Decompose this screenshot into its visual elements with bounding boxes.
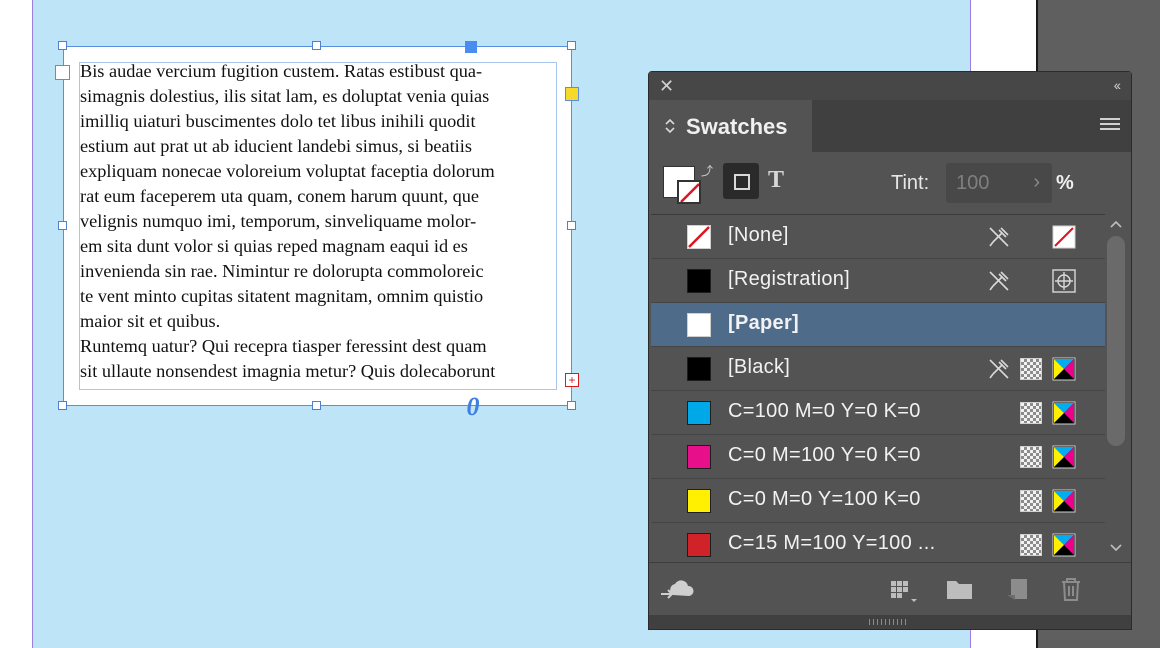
swatch-list-scrollbar[interactable] bbox=[1105, 214, 1129, 562]
text-line: Bis audae vercium fugition custem. Ratas… bbox=[80, 61, 483, 81]
swatches-panel: ✕ ‹‹ Swatches ⤴ T Tint: 100 › % [None] [R… bbox=[648, 71, 1132, 630]
swap-fill-stroke-icon[interactable]: ⤴ bbox=[701, 162, 713, 179]
cmyk-mode-icon bbox=[1052, 445, 1076, 469]
swatch-name: [None] bbox=[728, 224, 789, 246]
panel-titlebar[interactable]: ✕ ‹‹ bbox=[649, 72, 1131, 100]
text-in-port[interactable] bbox=[55, 65, 70, 80]
tab-label: Swatches bbox=[686, 114, 788, 139]
new-swatch-icon[interactable] bbox=[1003, 575, 1031, 603]
handle-top-left[interactable] bbox=[58, 41, 67, 50]
frame-type-indicator-icon: 0 bbox=[466, 392, 480, 421]
scroll-down-icon[interactable] bbox=[1109, 540, 1123, 556]
swatch-color-chip bbox=[687, 313, 711, 337]
swatch-name: [Registration] bbox=[728, 268, 851, 290]
text-line: sit ullaute nonsendest imagnia metur? Qu… bbox=[80, 361, 496, 381]
stroke-swatch-box[interactable] bbox=[677, 180, 701, 204]
process-color-icon bbox=[1020, 490, 1042, 512]
text-line: imilliq uiaturi buscimentes dolo tet lib… bbox=[80, 111, 476, 131]
swatch-row[interactable]: C=0 M=0 Y=100 K=0 bbox=[651, 479, 1105, 523]
text-line: expliquam nonecae voloreium voluptat fac… bbox=[80, 161, 495, 181]
swatch-color-chip bbox=[687, 401, 711, 425]
swatch-color-chip bbox=[687, 225, 711, 249]
swatch-name: [Paper] bbox=[728, 312, 800, 334]
container-square-icon bbox=[734, 174, 750, 190]
handle-top-mid[interactable] bbox=[312, 41, 321, 50]
text-line: te vent minto cupitas sitatent magnitam,… bbox=[80, 286, 484, 306]
no-edit-pencil-icon bbox=[987, 357, 1011, 381]
swatch-name: [Black] bbox=[728, 356, 791, 378]
tint-input[interactable]: 100 › bbox=[946, 163, 1052, 203]
overset-text-out-port[interactable]: + bbox=[565, 373, 579, 387]
handle-top-right[interactable] bbox=[567, 41, 576, 50]
swatch-color-chip bbox=[687, 445, 711, 469]
scroll-thumb[interactable] bbox=[1107, 236, 1125, 446]
panel-tab-bar: Swatches bbox=[649, 100, 1131, 152]
handle-bottom-right[interactable] bbox=[567, 401, 576, 410]
text-line: velignis numquo imi, temporum, sinveliqu… bbox=[80, 211, 477, 231]
delete-swatch-icon[interactable] bbox=[1057, 575, 1085, 603]
swatch-row[interactable]: [Black] bbox=[651, 347, 1105, 391]
none-color-icon bbox=[1052, 225, 1076, 249]
process-color-icon bbox=[1020, 534, 1042, 556]
formatting-affects-container-button[interactable] bbox=[723, 163, 759, 199]
cloud-library-icon[interactable] bbox=[659, 575, 694, 603]
formatting-affects-text-button[interactable]: T bbox=[768, 167, 784, 194]
tint-slider-arrow-icon[interactable]: › bbox=[1033, 171, 1040, 194]
swatch-name: C=15 M=100 Y=100 ... bbox=[728, 532, 936, 554]
text-line: em sita dunt volor si quias reped magnam… bbox=[80, 236, 468, 256]
no-edit-pencil-icon bbox=[987, 269, 1011, 293]
swatch-color-chip bbox=[687, 357, 711, 381]
swatch-row[interactable]: [Paper] bbox=[651, 303, 1105, 347]
registration-icon bbox=[1052, 269, 1076, 293]
swatch-row[interactable]: [Registration] bbox=[651, 259, 1105, 303]
handle-bottom-mid[interactable] bbox=[312, 401, 321, 410]
panel-menu-icon[interactable] bbox=[1100, 118, 1120, 132]
text-line: invenienda sin rae. Nimintur re dolorupt… bbox=[80, 261, 484, 281]
text-line: rat eum faceperem uta quam, conem harum … bbox=[80, 186, 479, 206]
text-line: maior sit et quibus. bbox=[80, 311, 221, 331]
process-color-icon bbox=[1020, 358, 1042, 380]
tab-swatches[interactable]: Swatches bbox=[649, 100, 812, 152]
panel-bottom-bar bbox=[649, 562, 1131, 615]
swatch-name: C=0 M=100 Y=0 K=0 bbox=[728, 444, 921, 466]
handle-mid-left[interactable] bbox=[58, 221, 67, 230]
handle-bottom-left[interactable] bbox=[58, 401, 67, 410]
swatch-name: C=0 M=0 Y=100 K=0 bbox=[728, 488, 921, 510]
reference-point-handle[interactable] bbox=[465, 41, 477, 53]
collapse-panel-icon[interactable]: ‹‹ bbox=[1114, 77, 1121, 93]
no-edit-pencil-icon bbox=[987, 225, 1011, 249]
swatch-row[interactable]: [None] bbox=[651, 215, 1105, 259]
tint-percent-unit: % bbox=[1056, 172, 1074, 194]
text-line: estium aut prat ut ab iducient landebi s… bbox=[80, 136, 472, 156]
swatch-color-chip bbox=[687, 269, 711, 293]
cmyk-mode-icon bbox=[1052, 401, 1076, 425]
tab-options-chevron-icon bbox=[664, 117, 676, 135]
cmyk-mode-icon bbox=[1052, 489, 1076, 513]
swatch-row[interactable]: C=100 M=0 Y=0 K=0 bbox=[651, 391, 1105, 435]
swatch-name: C=100 M=0 Y=0 K=0 bbox=[728, 400, 921, 422]
cmyk-mode-icon bbox=[1052, 357, 1076, 381]
text-frame-content[interactable]: Bis audae vercium fugition custem. Ratas… bbox=[80, 59, 560, 384]
text-line: simagnis dolestius, ilis sitat lam, es d… bbox=[80, 86, 490, 106]
tint-value: 100 bbox=[956, 172, 990, 194]
swatch-list: [None] [Registration] [Paper] [Black] C=100 … bbox=[651, 214, 1105, 563]
cmyk-mode-icon bbox=[1052, 533, 1076, 557]
swatch-row[interactable]: C=0 M=100 Y=0 K=0 bbox=[651, 435, 1105, 479]
text-line: Runtemq uatur? Qui recepra tiasper feres… bbox=[80, 336, 487, 356]
new-color-group-icon[interactable] bbox=[945, 575, 973, 603]
tint-label: Tint: bbox=[891, 172, 930, 194]
panel-resize-grip[interactable] bbox=[649, 615, 1131, 629]
swatch-controls: ⤴ T Tint: 100 › % bbox=[649, 152, 1131, 214]
swatch-views-icon[interactable] bbox=[889, 575, 917, 603]
close-icon[interactable]: ✕ bbox=[659, 77, 674, 95]
scroll-up-icon[interactable] bbox=[1109, 216, 1123, 232]
swatch-row[interactable]: C=15 M=100 Y=100 ... bbox=[651, 523, 1105, 563]
process-color-icon bbox=[1020, 446, 1042, 468]
swatch-color-chip bbox=[687, 489, 711, 513]
swatch-color-chip bbox=[687, 533, 711, 557]
live-corners-handle[interactable] bbox=[565, 87, 579, 101]
pasteboard-left bbox=[0, 0, 32, 648]
handle-mid-right[interactable] bbox=[567, 221, 576, 230]
process-color-icon bbox=[1020, 402, 1042, 424]
